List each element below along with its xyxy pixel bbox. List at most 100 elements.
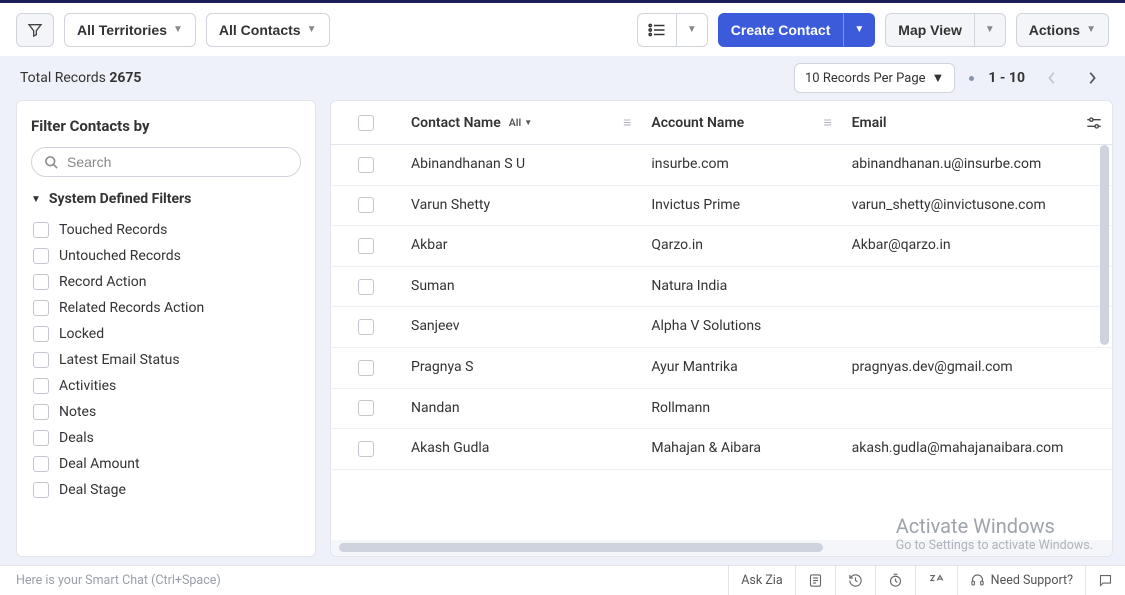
summary-bar: Total Records 2675 10 Records Per Page ▼… <box>0 56 1125 100</box>
need-support-label: Need Support? <box>991 573 1073 588</box>
filter-item[interactable]: Deals <box>31 425 301 451</box>
table-row[interactable]: SumanNatura India <box>331 267 1112 308</box>
filter-item[interactable]: Deal Amount <box>31 451 301 477</box>
scrollbar-thumb[interactable] <box>1100 145 1109 345</box>
map-view-group: Map View ▼ <box>885 13 1005 47</box>
filter-sidebar: Filter Contacts by ▼ System Defined Filt… <box>16 100 316 557</box>
col-email[interactable]: Email <box>842 115 1082 131</box>
actions-label: Actions <box>1029 22 1080 38</box>
checkbox[interactable] <box>33 274 49 290</box>
row-checkbox[interactable] <box>358 279 374 295</box>
checkbox[interactable] <box>33 404 49 420</box>
vertical-scrollbar[interactable] <box>1098 145 1110 540</box>
select-all-checkbox[interactable] <box>358 115 374 131</box>
filter-label: Record Action <box>59 274 147 290</box>
clock-icon <box>888 573 903 588</box>
footer-chat-button[interactable] <box>1085 566 1125 595</box>
funnel-icon <box>27 22 43 38</box>
footer-clock-button[interactable] <box>875 566 915 595</box>
ask-zia-button[interactable]: Ask Zia <box>728 566 794 595</box>
col-email-label: Email <box>852 115 887 131</box>
checkbox[interactable] <box>33 456 49 472</box>
search-input[interactable] <box>67 154 288 170</box>
drag-handle-icon[interactable]: ≡ <box>623 114 631 131</box>
filter-item[interactable]: Untouched Records <box>31 243 301 269</box>
filter-item[interactable]: Record Action <box>31 269 301 295</box>
table-row[interactable]: Abinandhanan S Uinsurbe.comabinandhanan.… <box>331 145 1112 186</box>
table-row[interactable]: Akash GudlaMahajan & Aibaraakash.gudla@m… <box>331 429 1112 470</box>
records-per-page-dropdown[interactable]: 10 Records Per Page ▼ <box>794 63 955 93</box>
drag-handle-icon[interactable]: ≡ <box>823 114 831 131</box>
checkbox[interactable] <box>33 326 49 342</box>
table-row[interactable]: SanjeevAlpha V Solutions <box>331 307 1112 348</box>
filter-item[interactable]: Activities <box>31 373 301 399</box>
chevron-down-icon: ▼ <box>932 70 945 86</box>
col-contact-name[interactable]: Contact Name All ▼ ≡ <box>401 115 641 131</box>
footer-history-button[interactable] <box>835 566 875 595</box>
checkbox[interactable] <box>33 352 49 368</box>
chat-icon <box>1098 573 1113 588</box>
filter-item[interactable]: Locked <box>31 321 301 347</box>
table-row[interactable]: AkbarQarzo.inAkbar@qarzo.in <box>331 226 1112 267</box>
territories-dropdown[interactable]: All Territories ▼ <box>64 13 196 47</box>
need-support-button[interactable]: Need Support? <box>957 566 1085 595</box>
footer-notes-button[interactable] <box>795 566 835 595</box>
checkbox[interactable] <box>33 482 49 498</box>
create-contact-label: Create Contact <box>731 22 831 38</box>
filter-item[interactable]: Related Records Action <box>31 295 301 321</box>
toolbar: All Territories ▼ All Contacts ▼ ▼ Creat… <box>0 0 1125 56</box>
cell-email: pragnyas.dev@gmail.com <box>842 358 1082 378</box>
history-icon <box>848 573 863 588</box>
row-checkbox[interactable] <box>358 238 374 254</box>
filter-label: Latest Email Status <box>59 352 180 368</box>
smart-chat-hint[interactable]: Here is your Smart Chat (Ctrl+Space) <box>0 573 728 588</box>
per-page-label: 10 Records Per Page <box>805 71 926 86</box>
list-view-dropdown[interactable]: ▼ <box>677 13 708 47</box>
col-account-name[interactable]: Account Name ≡ <box>641 115 841 131</box>
column-settings-button[interactable] <box>1082 111 1106 135</box>
filter-item[interactable]: Deal Stage <box>31 477 301 503</box>
row-checkbox[interactable] <box>358 157 374 173</box>
table-row[interactable]: Varun ShettyInvictus Primevarun_shetty@i… <box>331 186 1112 227</box>
row-checkbox[interactable] <box>358 400 374 416</box>
filter-search[interactable] <box>31 147 301 177</box>
create-contact-dropdown[interactable]: ▼ <box>843 13 875 47</box>
section-system-filters[interactable]: ▼ System Defined Filters <box>31 191 301 207</box>
prev-page-button[interactable] <box>1039 65 1065 91</box>
table-row[interactable]: Pragnya SAyur Mantrikapragnyas.dev@gmail… <box>331 348 1112 389</box>
filter-toggle-button[interactable] <box>16 13 54 47</box>
contact-name-all-filter[interactable]: All ▼ <box>509 116 532 129</box>
cell-account-name: Rollmann <box>641 399 841 419</box>
list-view-mode-group: ▼ <box>637 13 708 47</box>
scrollbar-thumb[interactable] <box>339 543 823 552</box>
checkbox[interactable] <box>33 378 49 394</box>
row-checkbox[interactable] <box>358 441 374 457</box>
table-header: Contact Name All ▼ ≡ Account Name ≡ Emai… <box>331 101 1112 145</box>
cell-account-name: Natura India <box>641 277 841 297</box>
map-view-dropdown[interactable]: ▼ <box>975 13 1006 47</box>
filter-item[interactable]: Notes <box>31 399 301 425</box>
checkbox[interactable] <box>33 300 49 316</box>
row-checkbox[interactable] <box>358 360 374 376</box>
map-view-button[interactable]: Map View <box>885 13 975 47</box>
create-contact-button[interactable]: Create Contact <box>718 13 844 47</box>
triangle-down-icon: ▼ <box>31 194 41 205</box>
checkbox[interactable] <box>33 222 49 238</box>
horizontal-scrollbar[interactable] <box>331 540 1112 556</box>
footer-zia-button[interactable] <box>915 566 957 595</box>
footer-buttons: Ask Zia Need Support? <box>728 566 1125 595</box>
checkbox[interactable] <box>33 430 49 446</box>
row-checkbox[interactable] <box>358 197 374 213</box>
col-account-label: Account Name <box>651 115 744 131</box>
actions-dropdown[interactable]: Actions ▼ <box>1016 13 1109 47</box>
list-view-button[interactable] <box>637 13 677 47</box>
next-page-button[interactable] <box>1079 65 1105 91</box>
checkbox[interactable] <box>33 248 49 264</box>
table-row[interactable]: NandanRollmann <box>331 389 1112 430</box>
filter-item[interactable]: Touched Records <box>31 217 301 243</box>
contacts-scope-dropdown[interactable]: All Contacts ▼ <box>206 13 330 47</box>
territories-label: All Territories <box>77 22 167 38</box>
row-checkbox[interactable] <box>358 319 374 335</box>
filter-item[interactable]: Latest Email Status <box>31 347 301 373</box>
create-contact-group: Create Contact ▼ <box>718 13 876 47</box>
